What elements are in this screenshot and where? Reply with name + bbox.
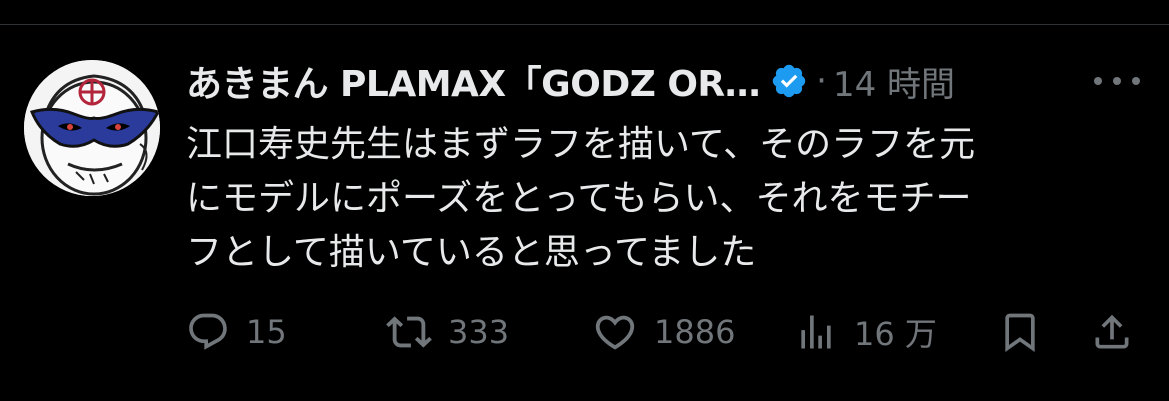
timestamp[interactable]: 14 時間 (833, 57, 955, 106)
more-dot (1094, 77, 1102, 85)
tweet-text-line: フとして描いていると思ってました (186, 232, 757, 273)
separator-dot: · (816, 61, 827, 101)
reply-count: 15 (246, 313, 287, 351)
tweet-text-line: 江口寿史先生はまずラフを描いて、そのラフを元 (186, 124, 976, 165)
top-divider (0, 24, 1169, 25)
avatar-illustration (24, 60, 160, 196)
tweet-header: あきまん PLAMAX「GODZ OR… · 14 時間 (186, 52, 1086, 110)
retweet-count: 333 (448, 313, 510, 351)
share-button[interactable] (1090, 306, 1134, 358)
reply-button[interactable]: 15 (186, 306, 287, 358)
bookmark-button[interactable] (998, 306, 1042, 358)
like-count: 1886 (654, 313, 736, 351)
bookmark-icon (1005, 313, 1035, 353)
share-icon (1095, 314, 1129, 349)
view-count: 16 万 (854, 315, 937, 353)
more-icon[interactable] (1094, 66, 1140, 96)
tweet-text: 江口寿史先生はまずラフを描いて、そのラフを元 にモデルにポーズをとってもらい、そ… (186, 118, 1126, 280)
reply-icon (189, 313, 227, 350)
retweet-button[interactable]: 333 (386, 306, 509, 358)
like-button[interactable]: 1886 (592, 306, 735, 358)
more-dot (1113, 77, 1121, 85)
display-name[interactable]: あきまん PLAMAX「GODZ OR… (186, 55, 761, 107)
action-bar: 15 333 1886 16 万 (186, 306, 1146, 358)
retweet-icon (386, 316, 432, 348)
views-icon (801, 315, 831, 349)
views-button[interactable]: 16 万 (794, 306, 937, 358)
avatar[interactable] (24, 60, 160, 196)
more-dot (1132, 77, 1140, 85)
heart-icon (595, 315, 635, 350)
tweet-text-line: にモデルにポーズをとってもらい、それをモチー (186, 178, 972, 219)
verified-badge-icon[interactable] (770, 62, 808, 100)
